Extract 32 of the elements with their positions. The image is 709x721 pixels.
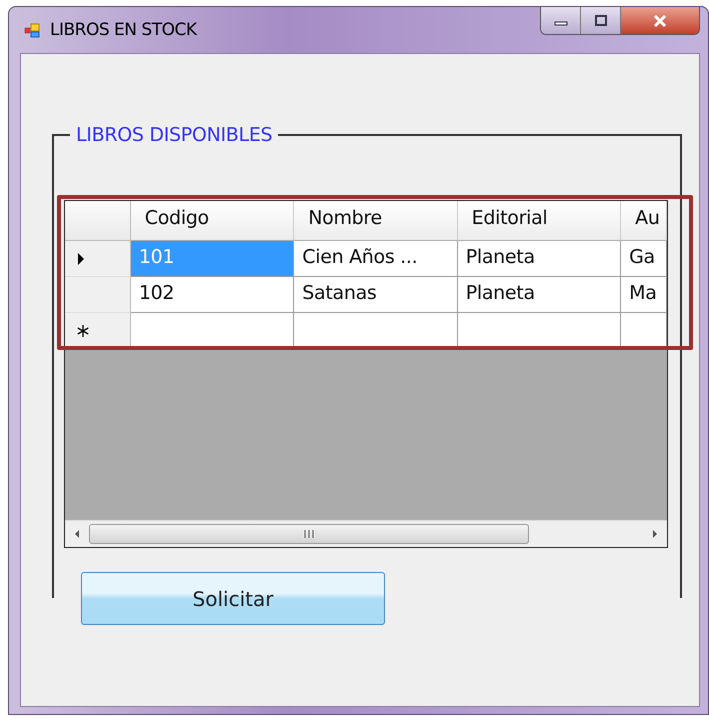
close-button[interactable] bbox=[621, 7, 699, 34]
table-cell[interactable] bbox=[130, 313, 294, 349]
solicitar-button[interactable]: Solicitar bbox=[81, 572, 385, 625]
close-icon bbox=[652, 14, 668, 26]
table-cell[interactable]: Satanas bbox=[294, 277, 458, 313]
new-row-icon bbox=[77, 324, 89, 336]
table-cell[interactable]: Planeta bbox=[458, 241, 622, 277]
table-cell[interactable]: Ga bbox=[621, 241, 667, 277]
column-header[interactable]: Codigo bbox=[130, 201, 294, 241]
table-cell[interactable]: Ma bbox=[621, 277, 667, 313]
table-cell[interactable]: Cien Años ... bbox=[294, 241, 458, 277]
scrollbar-thumb[interactable] bbox=[89, 524, 529, 544]
corner-header bbox=[65, 201, 131, 241]
horizontal-scrollbar[interactable] bbox=[65, 520, 667, 547]
scroll-left-icon[interactable] bbox=[73, 529, 81, 539]
current-row-icon bbox=[77, 252, 85, 264]
window-title: LIBROS EN STOCK bbox=[50, 20, 196, 40]
maximize-button[interactable] bbox=[581, 7, 621, 34]
table-cell[interactable] bbox=[294, 313, 458, 349]
scroll-right-icon[interactable] bbox=[651, 529, 659, 539]
group-title: LIBROS DISPONIBLES bbox=[75, 124, 274, 146]
column-header[interactable]: Editorial bbox=[458, 201, 622, 241]
column-header[interactable]: Nombre bbox=[294, 201, 458, 241]
row-header[interactable] bbox=[65, 313, 131, 349]
column-header[interactable]: Au bbox=[621, 201, 668, 241]
maximize-icon bbox=[594, 14, 608, 26]
minimize-button[interactable] bbox=[541, 7, 581, 34]
table-cell[interactable]: Planeta bbox=[458, 277, 622, 313]
table-cell[interactable] bbox=[458, 313, 622, 349]
table-cell[interactable]: 102 bbox=[130, 277, 294, 313]
app-icon bbox=[24, 22, 42, 38]
table-cell[interactable] bbox=[621, 313, 667, 349]
